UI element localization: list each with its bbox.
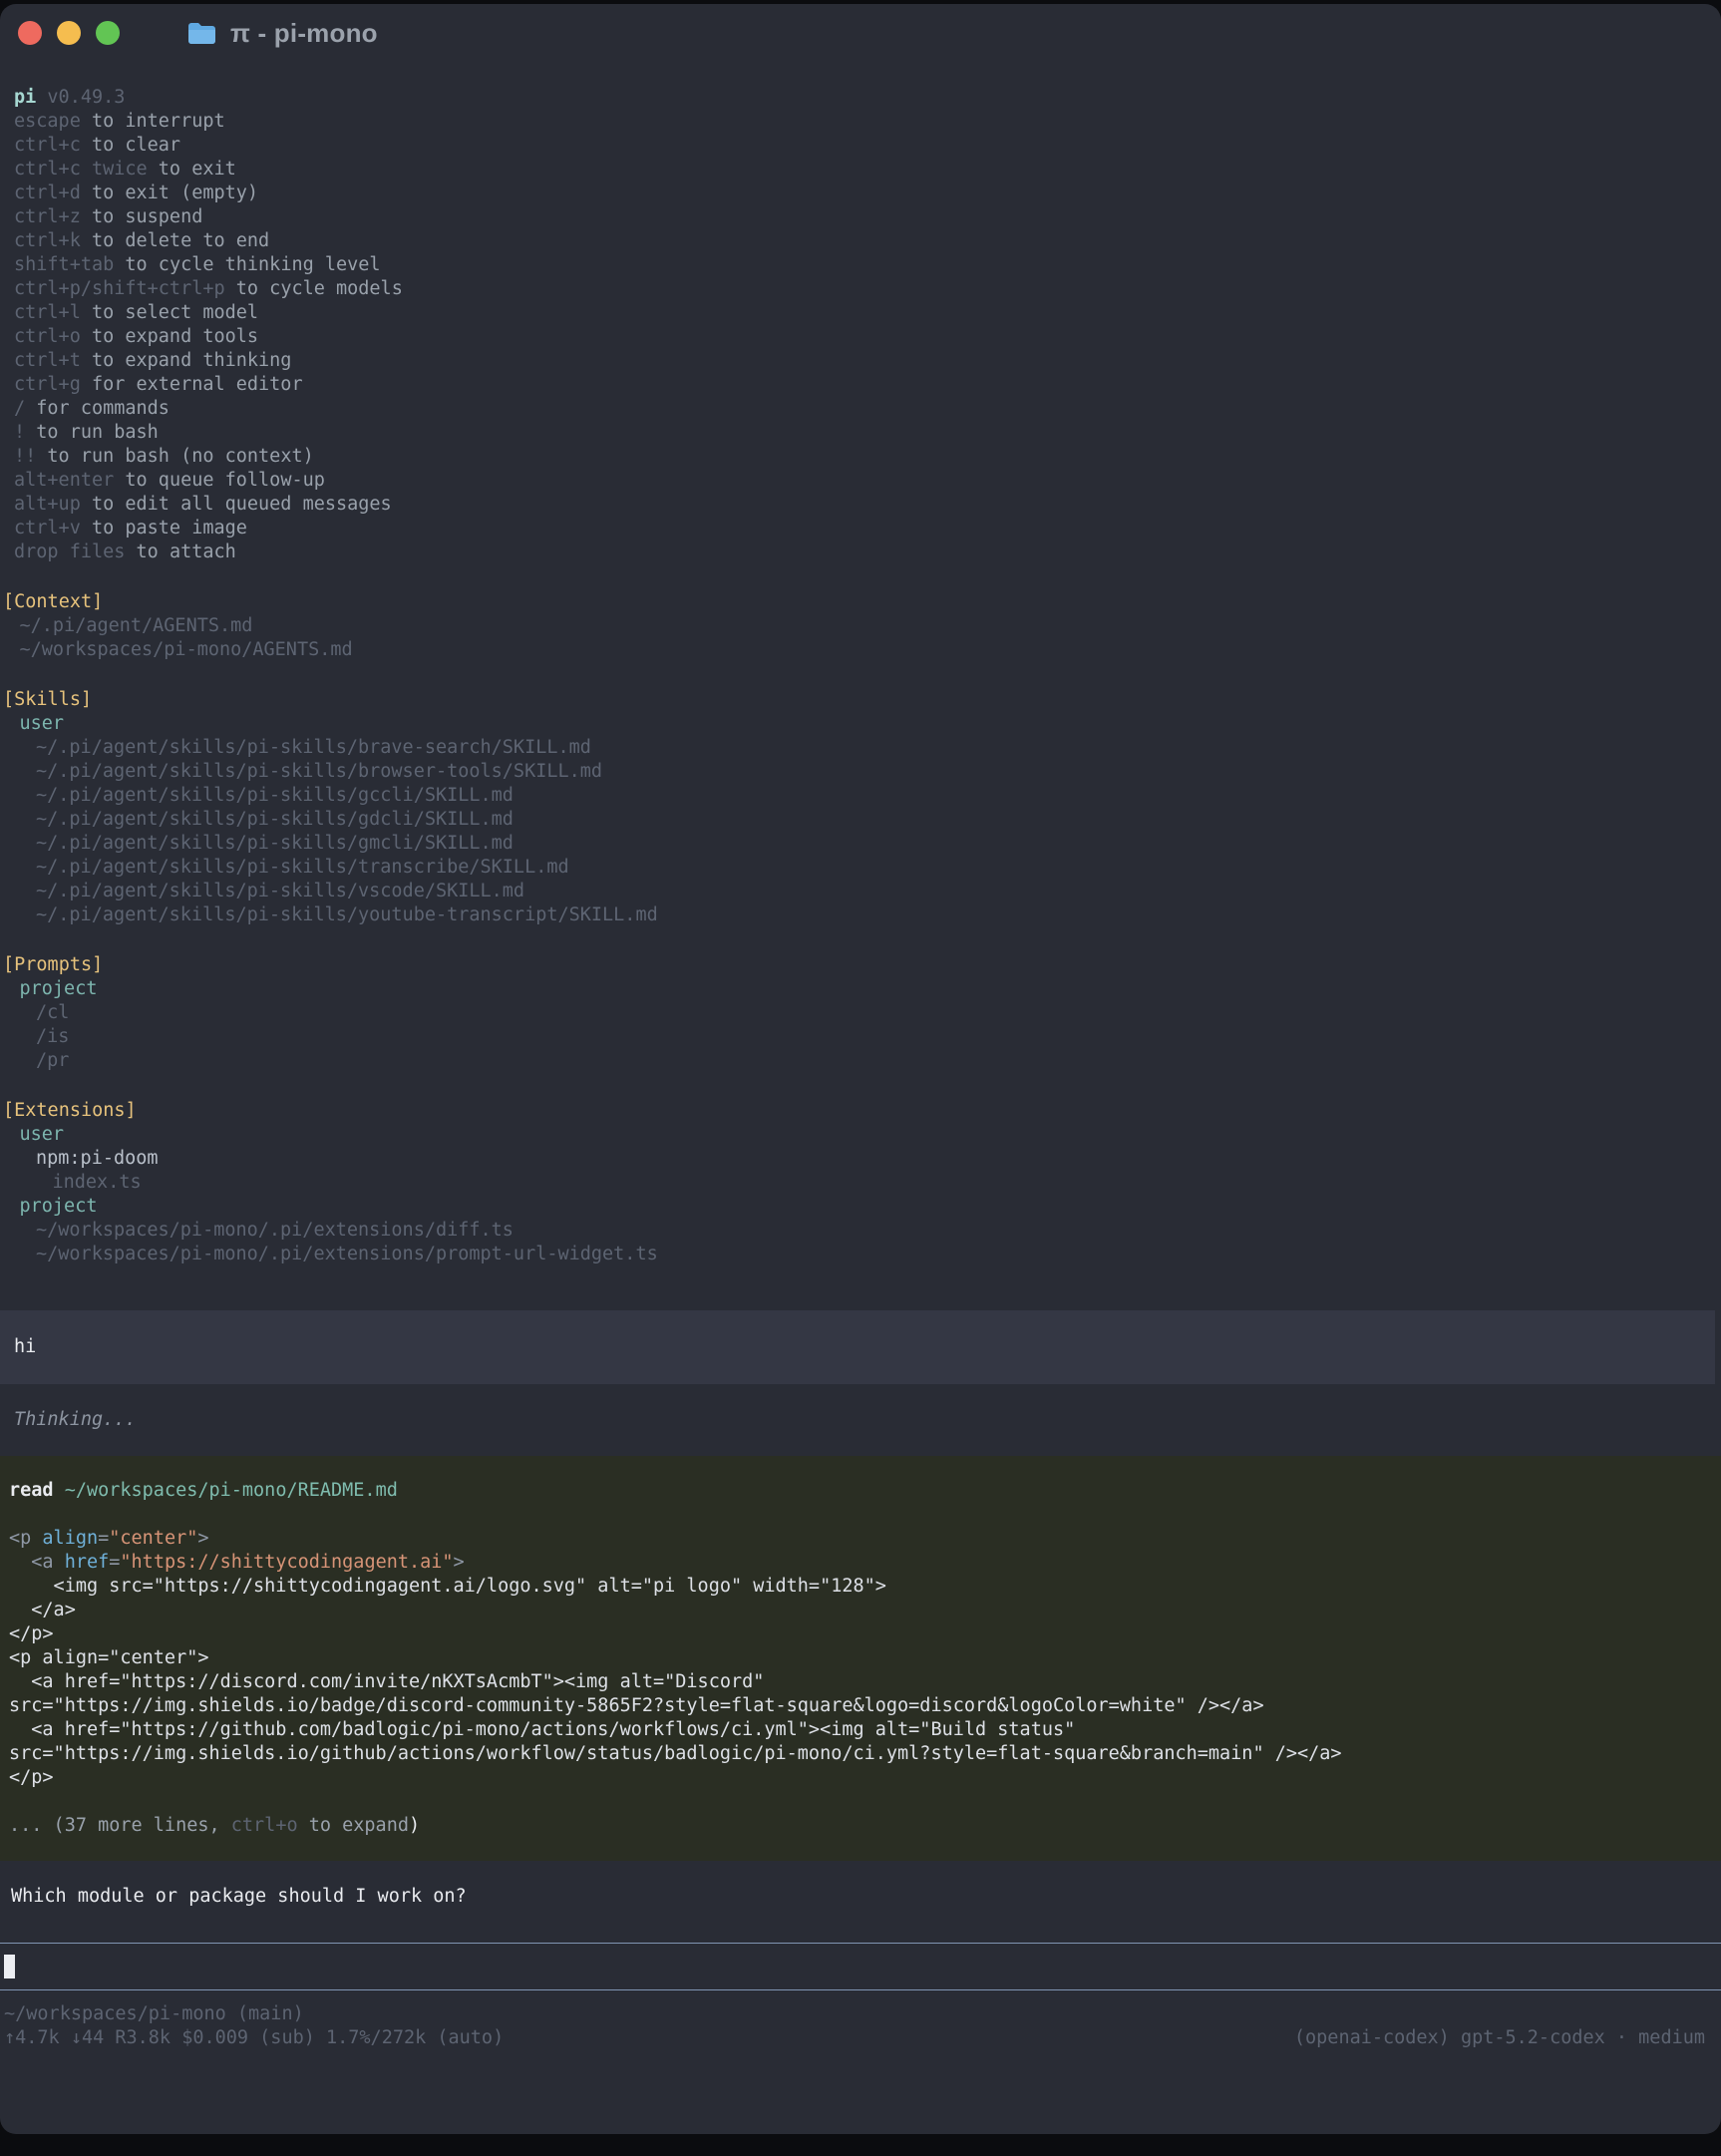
section-item: user <box>0 712 1721 736</box>
thinking-indicator: Thinking... <box>0 1408 1721 1432</box>
code-line: <p align="center"> <box>9 1646 1721 1670</box>
terminal-content: pi v0.49.3escape to interruptctrl+c to c… <box>0 62 1721 2050</box>
section-item: user <box>0 1123 1721 1147</box>
shortcut-line: ctrl+v to paste image <box>14 517 1721 540</box>
tool-call-read: read ~/workspaces/pi-mono/README.md <p a… <box>0 1456 1721 1861</box>
text-cursor <box>4 1955 15 1978</box>
traffic-light-minimize-button[interactable] <box>57 21 81 45</box>
shortcut-line: ctrl+k to delete to end <box>14 229 1721 253</box>
thinking-text: Thinking... <box>14 1409 137 1430</box>
section-header: [Context] <box>0 590 1721 614</box>
code-line: </a> <box>9 1599 1721 1622</box>
section-item: ~/workspaces/pi-mono/AGENTS.md <box>0 638 1721 662</box>
context-sections: [Context]~/.pi/agent/AGENTS.md~/workspac… <box>0 590 1721 1266</box>
code-line: </p> <box>9 1766 1721 1790</box>
assistant-message: Which module or package should I work on… <box>0 1885 1721 1909</box>
shortcut-line: shift+tab to cycle thinking level <box>14 253 1721 277</box>
section-item: ~/.pi/agent/skills/pi-skills/gdcli/SKILL… <box>0 808 1721 832</box>
section-item: project <box>0 1195 1721 1219</box>
shortcut-line: ctrl+t to expand thinking <box>14 349 1721 373</box>
section-item: npm:pi-doom <box>0 1147 1721 1171</box>
code-line: src="https://img.shields.io/github/actio… <box>9 1742 1721 1766</box>
app-version-line: pi v0.49.3 <box>14 86 1721 110</box>
folder-icon <box>186 21 217 46</box>
shortcut-line: !! to run bash (no context) <box>14 445 1721 469</box>
code-line: src="https://img.shields.io/badge/discor… <box>9 1694 1721 1718</box>
section-item: ~/.pi/agent/skills/pi-skills/gccli/SKILL… <box>0 784 1721 808</box>
section-extensions: [Extensions]usernpm:pi-doomindex.tsproje… <box>0 1099 1721 1266</box>
section-item: ~/.pi/agent/AGENTS.md <box>0 614 1721 638</box>
section-item: ~/.pi/agent/skills/pi-skills/browser-too… <box>0 760 1721 784</box>
shortcut-line: alt+up to edit all queued messages <box>14 493 1721 517</box>
prompt-input[interactable] <box>0 1943 1721 1990</box>
tool-arg-path: ~/workspaces/pi-mono/README.md <box>65 1480 398 1501</box>
section-item: ~/workspaces/pi-mono/.pi/extensions/diff… <box>0 1219 1721 1243</box>
code-line: <p align="center"> <box>9 1527 1721 1551</box>
shortcut-line: ctrl+c to clear <box>14 134 1721 158</box>
shortcut-line: alt+enter to queue follow-up <box>14 469 1721 493</box>
section-item: ~/.pi/agent/skills/pi-skills/brave-searc… <box>0 736 1721 760</box>
section-header: [Extensions] <box>0 1099 1721 1123</box>
code-line: </p> <box>9 1622 1721 1646</box>
shortcut-line: ctrl+o to expand tools <box>14 325 1721 349</box>
status-bar: ~/workspaces/pi-mono (main) ↑4.7k ↓44 R3… <box>0 1990 1721 2050</box>
terminal-window: π - pi-mono pi v0.49.3escape to interrup… <box>0 4 1721 2134</box>
startup-banner: pi v0.49.3escape to interruptctrl+c to c… <box>0 86 1721 564</box>
status-provider-model: (openai-codex) gpt-5.2-codex · medium <box>1294 2026 1705 2050</box>
shortcut-line: ctrl+c twice to exit <box>14 158 1721 181</box>
section-item: ~/.pi/agent/skills/pi-skills/gmcli/SKILL… <box>0 832 1721 856</box>
section-header: [Skills] <box>0 688 1721 712</box>
traffic-light-zoom-button[interactable] <box>96 21 120 45</box>
section-item: /cl <box>0 1001 1721 1025</box>
user-message: hi <box>0 1310 1715 1384</box>
shortcut-line: / for commands <box>14 397 1721 421</box>
user-message-text: hi <box>14 1336 36 1357</box>
status-cwd-branch: ~/workspaces/pi-mono (main) <box>4 2002 1705 2026</box>
section-item: project <box>0 977 1721 1001</box>
titlebar: π - pi-mono <box>0 4 1721 62</box>
tool-name: read <box>9 1480 54 1501</box>
section-item: index.ts <box>0 1171 1721 1195</box>
code-line: <a href="https://github.com/badlogic/pi-… <box>9 1718 1721 1742</box>
code-line: <a href="https://shittycodingagent.ai"> <box>9 1551 1721 1575</box>
shortcut-line: ctrl+g for external editor <box>14 373 1721 397</box>
status-token-stats: ↑4.7k ↓44 R3.8k $0.009 (sub) 1.7%/272k (… <box>4 2026 504 2050</box>
section-skills: [Skills]user~/.pi/agent/skills/pi-skills… <box>0 688 1721 927</box>
shortcut-line: ctrl+d to exit (empty) <box>14 181 1721 205</box>
shortcut-line: ctrl+l to select model <box>14 301 1721 325</box>
assistant-message-text: Which module or package should I work on… <box>11 1886 467 1907</box>
shortcut-line: ! to run bash <box>14 421 1721 445</box>
section-item: ~/workspaces/pi-mono/.pi/extensions/prom… <box>0 1243 1721 1266</box>
shortcut-line: ctrl+p/shift+ctrl+p to cycle models <box>14 277 1721 301</box>
traffic-light-close-button[interactable] <box>18 21 42 45</box>
code-line: <img src="https://shittycodingagent.ai/l… <box>9 1575 1721 1599</box>
section-header: [Prompts] <box>0 953 1721 977</box>
tool-output-code: <p align="center"> <a href="https://shit… <box>9 1527 1721 1790</box>
section-item: ~/.pi/agent/skills/pi-skills/transcribe/… <box>0 856 1721 880</box>
shortcut-line: ctrl+z to suspend <box>14 205 1721 229</box>
shortcut-line: drop files to attach <box>14 540 1721 564</box>
window-title: π - pi-mono <box>230 21 378 45</box>
shortcut-line: escape to interrupt <box>14 110 1721 134</box>
section-context: [Context]~/.pi/agent/AGENTS.md~/workspac… <box>0 590 1721 662</box>
section-item: /pr <box>0 1049 1721 1073</box>
section-prompts: [Prompts]project/cl/is/pr <box>0 953 1721 1073</box>
section-item: ~/.pi/agent/skills/pi-skills/youtube-tra… <box>0 903 1721 927</box>
truncation-notice: ... (37 more lines, ctrl+o to expand) <box>9 1814 1721 1838</box>
section-item: /is <box>0 1025 1721 1049</box>
code-line: <a href="https://discord.com/invite/nKXT… <box>9 1670 1721 1694</box>
section-item: ~/.pi/agent/skills/pi-skills/vscode/SKIL… <box>0 880 1721 903</box>
